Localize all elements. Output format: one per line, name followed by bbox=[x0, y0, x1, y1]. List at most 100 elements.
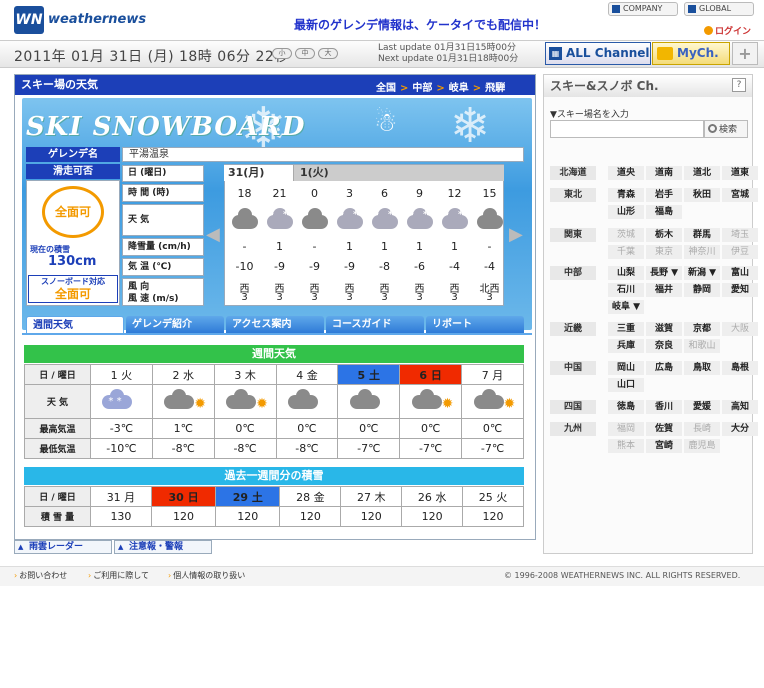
prefecture-button[interactable]: 宮崎 bbox=[646, 439, 682, 453]
forecast-snowfall: 1 bbox=[451, 240, 458, 253]
prefecture-button[interactable]: 栃木 bbox=[646, 228, 682, 242]
row-label-hour: 時 間 (時) bbox=[122, 184, 204, 202]
prefecture-button[interactable]: 広島 bbox=[646, 361, 682, 375]
prefecture-button[interactable]: 山形 bbox=[608, 205, 644, 219]
prefecture-button[interactable]: 兵庫 bbox=[608, 339, 644, 353]
next-arrow-icon[interactable]: ▶ bbox=[509, 224, 523, 245]
prefecture-button[interactable]: 道央 bbox=[608, 166, 644, 180]
mych-icon bbox=[657, 47, 673, 60]
breadcrumb-zenkoku[interactable]: 全国 bbox=[376, 83, 396, 94]
prev-arrow-icon[interactable]: ◀ bbox=[206, 224, 220, 245]
prefecture-button[interactable]: 岩手 bbox=[646, 188, 682, 202]
forecast-temp: -4 bbox=[484, 260, 495, 273]
prefecture-button[interactable]: 京都 bbox=[684, 322, 720, 336]
search-button[interactable]: 検索 bbox=[704, 120, 748, 138]
help-button[interactable]: ? bbox=[732, 78, 746, 92]
prefecture-button[interactable]: 富山 bbox=[722, 266, 758, 280]
prefecture-button[interactable]: 道東 bbox=[722, 166, 758, 180]
past-snow: 120 bbox=[150, 506, 217, 527]
weekly-day: 2 水 bbox=[151, 364, 215, 385]
prefecture-button[interactable]: 長野 ▼ bbox=[646, 266, 682, 280]
tab-resort-intro[interactable]: ゲレンデ紹介 bbox=[126, 316, 224, 334]
footer-link-privacy[interactable]: › 個人情報の取り扱い bbox=[168, 570, 245, 581]
prefecture-button[interactable]: 島根 bbox=[722, 361, 758, 375]
region-4[interactable]: 近畿 bbox=[550, 322, 596, 336]
forecast-hour: 0 bbox=[311, 187, 318, 200]
prefecture-button[interactable]: 愛媛 bbox=[684, 400, 720, 414]
snowboard-status: スノーボード対応 全面可 bbox=[28, 275, 118, 303]
region-6[interactable]: 四国 bbox=[550, 400, 596, 414]
font-size-large-button[interactable]: 大 bbox=[318, 48, 338, 59]
global-button[interactable]: GLOBAL bbox=[684, 2, 754, 16]
region-2[interactable]: 関東 bbox=[550, 228, 596, 242]
all-channel-button[interactable]: ▦ ALL Channel bbox=[545, 42, 651, 65]
tab-access[interactable]: アクセス案内 bbox=[226, 316, 324, 334]
wind-dir-label: 風 向 bbox=[128, 282, 150, 292]
next-update: Next update 01月31日18時00分 bbox=[378, 54, 519, 64]
tab-weekly-weather[interactable]: 週間天気 bbox=[26, 316, 124, 334]
region-5[interactable]: 中国 bbox=[550, 361, 596, 375]
sidebar bbox=[543, 74, 753, 554]
weathernews-logo[interactable]: WN weathernews bbox=[14, 6, 146, 34]
warnings-link[interactable]: 注意報・警報 bbox=[114, 540, 212, 554]
prefecture-button[interactable]: 徳島 bbox=[608, 400, 644, 414]
prefecture-button[interactable]: 福島 bbox=[646, 205, 682, 219]
tab-course-guide[interactable]: コースガイド bbox=[326, 316, 424, 334]
mobile-promo-headline[interactable]: 最新のゲレンデ情報は、ケータイでも配信中！ bbox=[294, 16, 546, 33]
update-info: Last update 01月31日15時00分 Next update 01月… bbox=[378, 43, 518, 65]
tab-report[interactable]: リポート bbox=[426, 316, 524, 334]
prefecture-button[interactable]: 秋田 bbox=[684, 188, 720, 202]
prefecture-button[interactable]: 宮城 bbox=[722, 188, 758, 202]
prefecture-button[interactable]: 群馬 bbox=[684, 228, 720, 242]
prefecture-button[interactable]: 静岡 bbox=[684, 283, 720, 297]
prefecture-button[interactable]: 岡山 bbox=[608, 361, 644, 375]
prefecture-button[interactable]: 岐阜 ▼ bbox=[608, 300, 644, 314]
weekly-row-day-label: 日 / 曜日 bbox=[24, 364, 91, 385]
prefecture-button[interactable]: 奈良 bbox=[646, 339, 682, 353]
prefecture-button[interactable]: 鳥取 bbox=[684, 361, 720, 375]
prefecture-button[interactable]: 青森 bbox=[608, 188, 644, 202]
prefecture-button[interactable]: 佐賀 bbox=[646, 422, 682, 436]
company-button[interactable]: COMPANY bbox=[608, 2, 678, 16]
mych-button[interactable]: MyCh. bbox=[652, 42, 730, 65]
prefecture-button[interactable]: 山梨 bbox=[608, 266, 644, 280]
font-size-medium-button[interactable]: 中 bbox=[295, 48, 315, 59]
login-link[interactable]: ログイン bbox=[704, 24, 751, 37]
prefecture-button[interactable]: 大分 bbox=[722, 422, 758, 436]
weekly-weather-cell bbox=[275, 384, 339, 419]
prefecture-button[interactable]: 道北 bbox=[684, 166, 720, 180]
prefecture-button[interactable]: 山口 bbox=[608, 378, 644, 392]
breadcrumb-chubu[interactable]: 中部 bbox=[412, 83, 432, 94]
font-size-small-button[interactable]: 小 bbox=[272, 48, 292, 59]
prefecture-button[interactable]: 高知 bbox=[722, 400, 758, 414]
weather-snow-icon: * * bbox=[438, 206, 470, 232]
add-channel-button[interactable]: + bbox=[732, 42, 758, 65]
arrow-icon: › bbox=[14, 571, 18, 580]
prefecture-button[interactable]: 石川 bbox=[608, 283, 644, 297]
prefecture-button[interactable]: 三重 bbox=[608, 322, 644, 336]
prefecture-button[interactable]: 福井 bbox=[646, 283, 682, 297]
footer-link-contact[interactable]: › お問い合わせ bbox=[14, 570, 67, 581]
forecast-hour: 12 bbox=[447, 187, 462, 200]
breadcrumb-gifu[interactable]: 岐阜 bbox=[449, 83, 469, 94]
rain-radar-link[interactable]: 雨雲レーダー bbox=[14, 540, 112, 554]
snow-depth-value: 130cm bbox=[48, 254, 97, 269]
footer-link-terms[interactable]: › ご利用に際して bbox=[88, 570, 149, 581]
cloud-sun-icon: ✹ bbox=[464, 387, 522, 413]
region-1[interactable]: 東北 bbox=[550, 188, 596, 202]
search-input[interactable] bbox=[550, 120, 704, 138]
globe-icon bbox=[688, 5, 696, 13]
region-3[interactable]: 中部 bbox=[550, 266, 596, 280]
region-7[interactable]: 九州 bbox=[550, 422, 596, 436]
cloud-shape bbox=[232, 208, 258, 229]
prefecture-button[interactable]: 滋賀 bbox=[646, 322, 682, 336]
prefecture-button[interactable]: 香川 bbox=[646, 400, 682, 414]
search-button-label: 検索 bbox=[719, 125, 738, 135]
snowflake-icon: * bbox=[269, 210, 274, 220]
prefecture-button[interactable]: 道南 bbox=[646, 166, 682, 180]
prefecture-button[interactable]: 新潟 ▼ bbox=[684, 266, 720, 280]
prefecture-button: 熊本 bbox=[608, 439, 644, 453]
global-label: GLOBAL bbox=[699, 4, 732, 13]
prefecture-button[interactable]: 愛知 bbox=[722, 283, 758, 297]
region-0[interactable]: 北海道 bbox=[550, 166, 596, 180]
